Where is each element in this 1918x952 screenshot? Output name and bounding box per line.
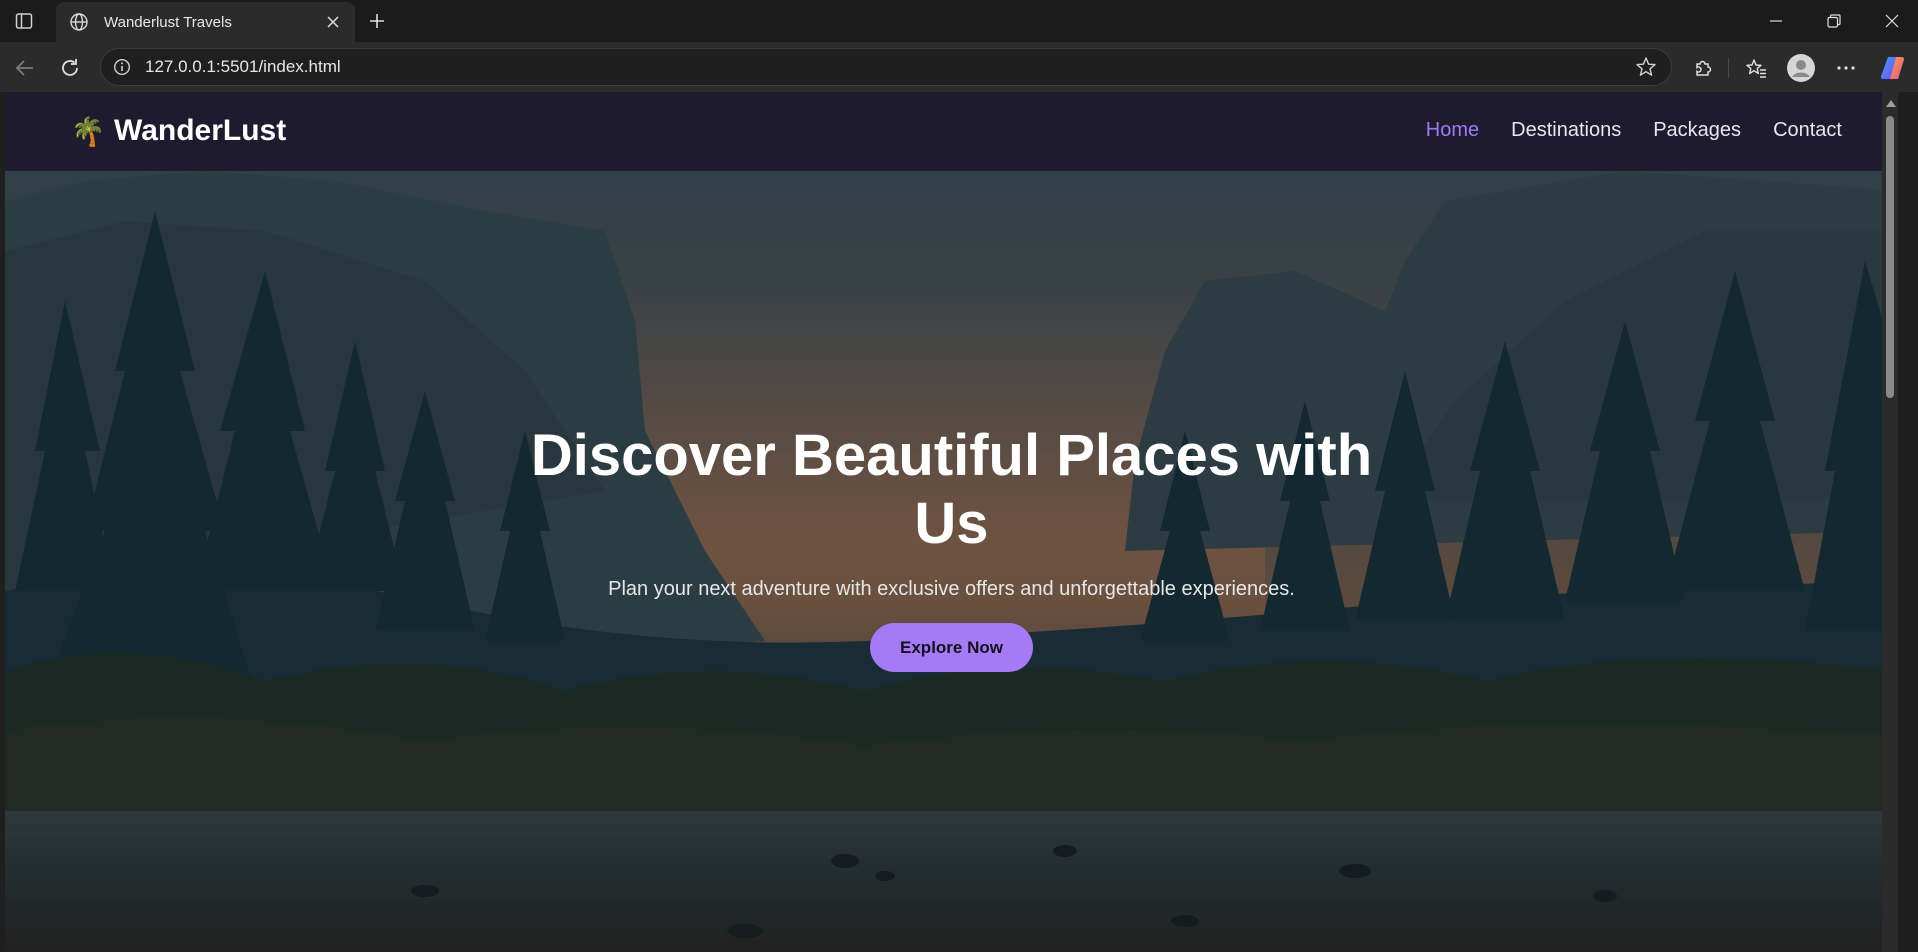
hero-content: Discover Beautiful Places with Us Plan y…: [5, 422, 1898, 672]
close-icon[interactable]: [321, 10, 345, 34]
restore-icon[interactable]: [1820, 8, 1848, 34]
back-icon[interactable]: [10, 53, 40, 83]
browser-toolbar: 127.0.0.1:5501/index.html: [0, 42, 1918, 92]
star-icon[interactable]: [1631, 52, 1661, 82]
page-scrollbar[interactable]: [1882, 92, 1898, 952]
close-window-icon[interactable]: [1878, 8, 1906, 34]
sidebar-toggle-icon[interactable]: [12, 9, 36, 33]
address-bar[interactable]: 127.0.0.1:5501/index.html: [100, 48, 1672, 86]
nav-link-destinations[interactable]: Destinations: [1511, 119, 1621, 142]
site-navbar: 🌴 WanderLust Home Destinations Packages …: [5, 92, 1898, 171]
globe-icon: [68, 11, 90, 33]
hero-title: Discover Beautiful Places with Us: [530, 423, 1373, 556]
copilot-icon[interactable]: [1878, 53, 1908, 83]
site-logo[interactable]: 🌴 WanderLust: [70, 114, 287, 148]
explore-now-button[interactable]: Explore Now: [870, 623, 1033, 672]
tab-title: Wanderlust Travels: [104, 13, 232, 31]
nav-link-home[interactable]: Home: [1426, 119, 1479, 142]
minimize-icon[interactable]: [1762, 8, 1790, 34]
scrollbar-thumb[interactable]: [1886, 116, 1894, 398]
reload-icon[interactable]: [55, 53, 85, 83]
more-icon[interactable]: [1831, 53, 1861, 83]
plus-icon[interactable]: [364, 8, 390, 34]
scroll-up-arrow-icon[interactable]: [1886, 100, 1896, 107]
toolbar-divider: [1728, 58, 1729, 78]
favorites-icon[interactable]: [1741, 53, 1771, 83]
site-info-icon[interactable]: [111, 56, 133, 78]
url-text: 127.0.0.1:5501/index.html: [145, 57, 341, 76]
browser-tab[interactable]: Wanderlust Travels: [56, 2, 355, 42]
profile-icon[interactable]: [1786, 53, 1816, 83]
hero-subtitle: Plan your next adventure with exclusive …: [608, 578, 1295, 600]
nav-links: Home Destinations Packages Contact: [1426, 119, 1842, 142]
page-viewport: 🌴 WanderLust Home Destinations Packages …: [5, 92, 1898, 952]
extensions-icon[interactable]: [1688, 53, 1718, 83]
hero-section: Discover Beautiful Places with Us Plan y…: [5, 171, 1898, 952]
logo-text: WanderLust: [114, 114, 287, 147]
browser-tab-bar: Wanderlust Travels: [0, 0, 1918, 42]
nav-link-packages[interactable]: Packages: [1653, 119, 1741, 142]
nav-link-contact[interactable]: Contact: [1773, 119, 1842, 142]
palm-tree-icon: 🌴: [70, 115, 106, 147]
